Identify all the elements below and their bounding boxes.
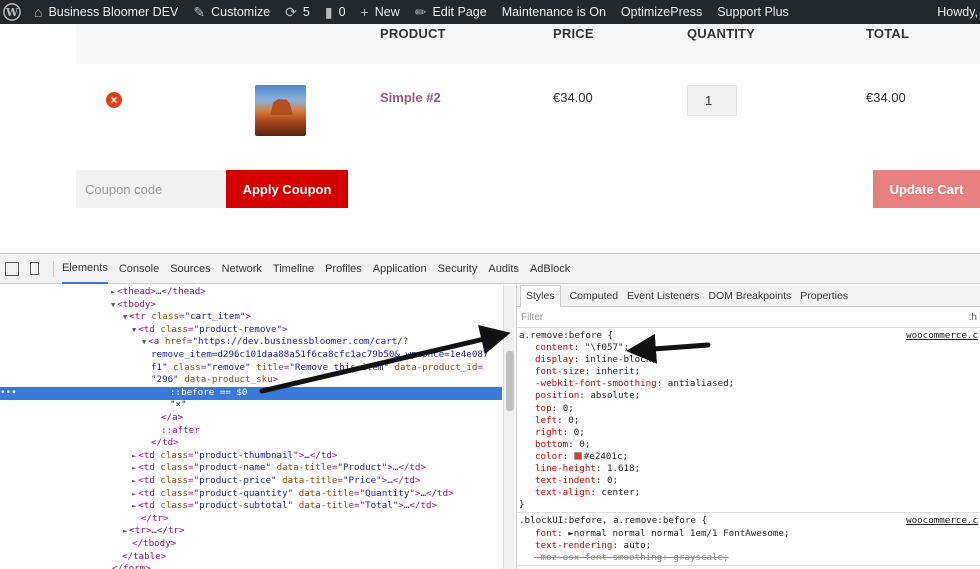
css-declaration[interactable]: display: inline-block; bbox=[519, 354, 980, 366]
styles-tab-styles[interactable]: Styles bbox=[520, 285, 561, 307]
brush-icon: ✎ bbox=[193, 3, 206, 20]
remove-item-button[interactable]: × bbox=[106, 92, 122, 108]
css-declaration[interactable]: font: ►normal normal normal 1em/1 FontAw… bbox=[519, 528, 980, 540]
quantity-input[interactable]: 1 bbox=[687, 85, 737, 116]
css-rule[interactable]: a.remove:before {woocommerce.c content: "… bbox=[517, 328, 980, 514]
css-declaration[interactable]: text-indent: 0; bbox=[519, 475, 980, 487]
account-link[interactable]: Howdy, bbox=[937, 0, 978, 24]
product-name-link[interactable]: Simple #2 bbox=[380, 90, 441, 105]
collapse-arrow-icon[interactable]: ▼ bbox=[123, 313, 127, 321]
header-quantity: QUANTITY bbox=[687, 26, 756, 41]
product-thumbnail[interactable] bbox=[255, 85, 306, 136]
header-total: TOTAL bbox=[866, 26, 910, 41]
devtools-tab-timeline[interactable]: Timeline bbox=[273, 254, 314, 284]
devtools-tab-adblock[interactable]: AdBlock bbox=[530, 254, 570, 284]
css-declaration[interactable]: content: "\f057"; bbox=[519, 342, 980, 354]
comments-link[interactable]: ▮ 0 bbox=[325, 0, 346, 24]
devtools-toolbar: Elements Console Sources Network Timeline Pro… bbox=[0, 254, 980, 284]
device-toolbar-icon[interactable] bbox=[30, 262, 39, 275]
css-declaration[interactable]: -moz-osx-font-smoothing: grayscale; bbox=[519, 552, 980, 564]
css-source-link[interactable]: woocommerce.c bbox=[906, 330, 978, 342]
plus-icon: + bbox=[360, 4, 369, 20]
svg-text:W: W bbox=[5, 6, 19, 19]
styles-tab-dom-breakpoints[interactable]: DOM Breakpoints bbox=[708, 285, 791, 307]
devtools-tab-sources[interactable]: Sources bbox=[170, 254, 210, 284]
product-price: €34.00 bbox=[553, 90, 593, 105]
cart-page: PRODUCT PRICE QUANTITY TOTAL × Simple #2… bbox=[0, 24, 980, 253]
header-product: PRODUCT bbox=[380, 26, 446, 41]
expand-arrow-icon[interactable]: ► bbox=[132, 477, 136, 485]
admin-bar: W ⌂ Business Bloomer DEV ✎ Customize ⟳ 5… bbox=[0, 0, 980, 24]
coupon-code-input[interactable]: Coupon code bbox=[76, 170, 226, 208]
collapse-arrow-icon[interactable]: ▼ bbox=[132, 326, 136, 334]
hover-state-toggle[interactable]: :h bbox=[969, 312, 977, 323]
product-subtotal: €34.00 bbox=[866, 90, 906, 105]
devtools-tab-console[interactable]: Console bbox=[119, 254, 159, 284]
expand-arrow-icon[interactable]: ► bbox=[132, 452, 136, 460]
styles-tabs: Styles Computed Event Listeners DOM Breakpo… bbox=[517, 285, 980, 307]
maintenance-link[interactable]: Maintenance is On bbox=[502, 0, 606, 24]
styles-tab-computed[interactable]: Computed bbox=[570, 285, 618, 307]
css-declaration[interactable]: position: absolute; bbox=[519, 390, 980, 402]
devtools-panel: Elements Console Sources Network Timeline Pro… bbox=[0, 253, 980, 569]
expand-arrow-icon[interactable]: ► bbox=[132, 490, 136, 498]
styles-filter-input[interactable]: Filter :h bbox=[517, 307, 980, 328]
collapse-arrow-icon[interactable]: ▼ bbox=[142, 338, 146, 346]
expand-arrow-icon[interactable]: ► bbox=[132, 502, 136, 510]
devtools-tab-profiles[interactable]: Profiles bbox=[325, 254, 362, 284]
cart-item-row bbox=[76, 64, 980, 169]
support-plus-link[interactable]: Support Plus bbox=[717, 0, 789, 24]
optimizepress-link[interactable]: OptimizePress bbox=[621, 0, 702, 24]
site-name-link[interactable]: ⌂ Business Bloomer DEV bbox=[34, 0, 178, 24]
pencil-icon: ✏ bbox=[414, 3, 427, 20]
apply-coupon-button[interactable]: Apply Coupon bbox=[226, 170, 348, 208]
devtools-tab-elements[interactable]: Elements bbox=[62, 254, 108, 284]
devtools-tab-audits[interactable]: Audits bbox=[488, 254, 519, 284]
expand-arrow-icon[interactable]: ► bbox=[111, 288, 115, 296]
home-icon: ⌂ bbox=[34, 4, 43, 20]
css-declaration[interactable]: top: 0; bbox=[519, 403, 980, 415]
elements-dom-tree[interactable]: ► <thead>…</thead> ▼ <tbody> ▼ <tr class="car… bbox=[0, 285, 502, 569]
update-cart-button[interactable]: Update Cart bbox=[873, 170, 980, 208]
inspect-element-icon[interactable] bbox=[5, 261, 19, 276]
css-rule[interactable]: .blockUI:before, a.remove:before {woocom… bbox=[517, 513, 980, 566]
styles-pane: Styles Computed Event Listeners DOM Breakpo… bbox=[516, 285, 980, 569]
cart-table-header bbox=[76, 24, 980, 64]
css-declaration[interactable]: text-align: center; bbox=[519, 487, 980, 499]
color-swatch[interactable] bbox=[573, 451, 582, 460]
customize-link[interactable]: ✎ Customize bbox=[193, 0, 270, 24]
styles-tab-event-listeners[interactable]: Event Listeners bbox=[627, 285, 699, 307]
collapse-arrow-icon[interactable]: ▼ bbox=[111, 301, 115, 309]
css-declaration[interactable]: right: 0; bbox=[519, 427, 980, 439]
css-declaration[interactable]: line-height: 1.618; bbox=[519, 463, 980, 475]
devtools-tab-application[interactable]: Application bbox=[373, 254, 427, 284]
expand-arrow-icon[interactable]: ► bbox=[123, 527, 127, 535]
css-declaration[interactable]: left: 0; bbox=[519, 415, 980, 427]
devtools-tab-network[interactable]: Network bbox=[222, 254, 262, 284]
elements-scrollbar[interactable] bbox=[503, 285, 515, 569]
updates-icon: ⟳ bbox=[285, 3, 297, 20]
devtools-tab-security[interactable]: Security bbox=[438, 254, 478, 284]
edit-page-link[interactable]: ✏ Edit Page bbox=[415, 0, 487, 24]
css-declaration[interactable]: color: #e2401c; bbox=[519, 451, 980, 463]
updates-link[interactable]: ⟳ 5 bbox=[285, 0, 310, 24]
styles-tab-properties[interactable]: Properties bbox=[800, 285, 848, 307]
new-content-link[interactable]: + New bbox=[361, 0, 400, 24]
css-declaration[interactable]: -webkit-font-smoothing: antialiased; bbox=[519, 378, 980, 390]
css-declaration[interactable]: text-rendering: auto; bbox=[519, 540, 980, 552]
comment-icon: ▮ bbox=[324, 3, 333, 20]
wordpress-logo-icon[interactable]: W bbox=[0, 0, 24, 24]
expand-arrow-icon[interactable]: ► bbox=[132, 464, 136, 472]
dom-node-selected[interactable]: •••::before == $0 bbox=[0, 386, 502, 400]
header-price: PRICE bbox=[553, 26, 594, 41]
css-source-link[interactable]: woocommerce.c bbox=[906, 515, 978, 527]
css-declaration[interactable]: bottom: 0; bbox=[519, 439, 980, 451]
css-declaration[interactable]: font-size: inherit; bbox=[519, 366, 980, 378]
